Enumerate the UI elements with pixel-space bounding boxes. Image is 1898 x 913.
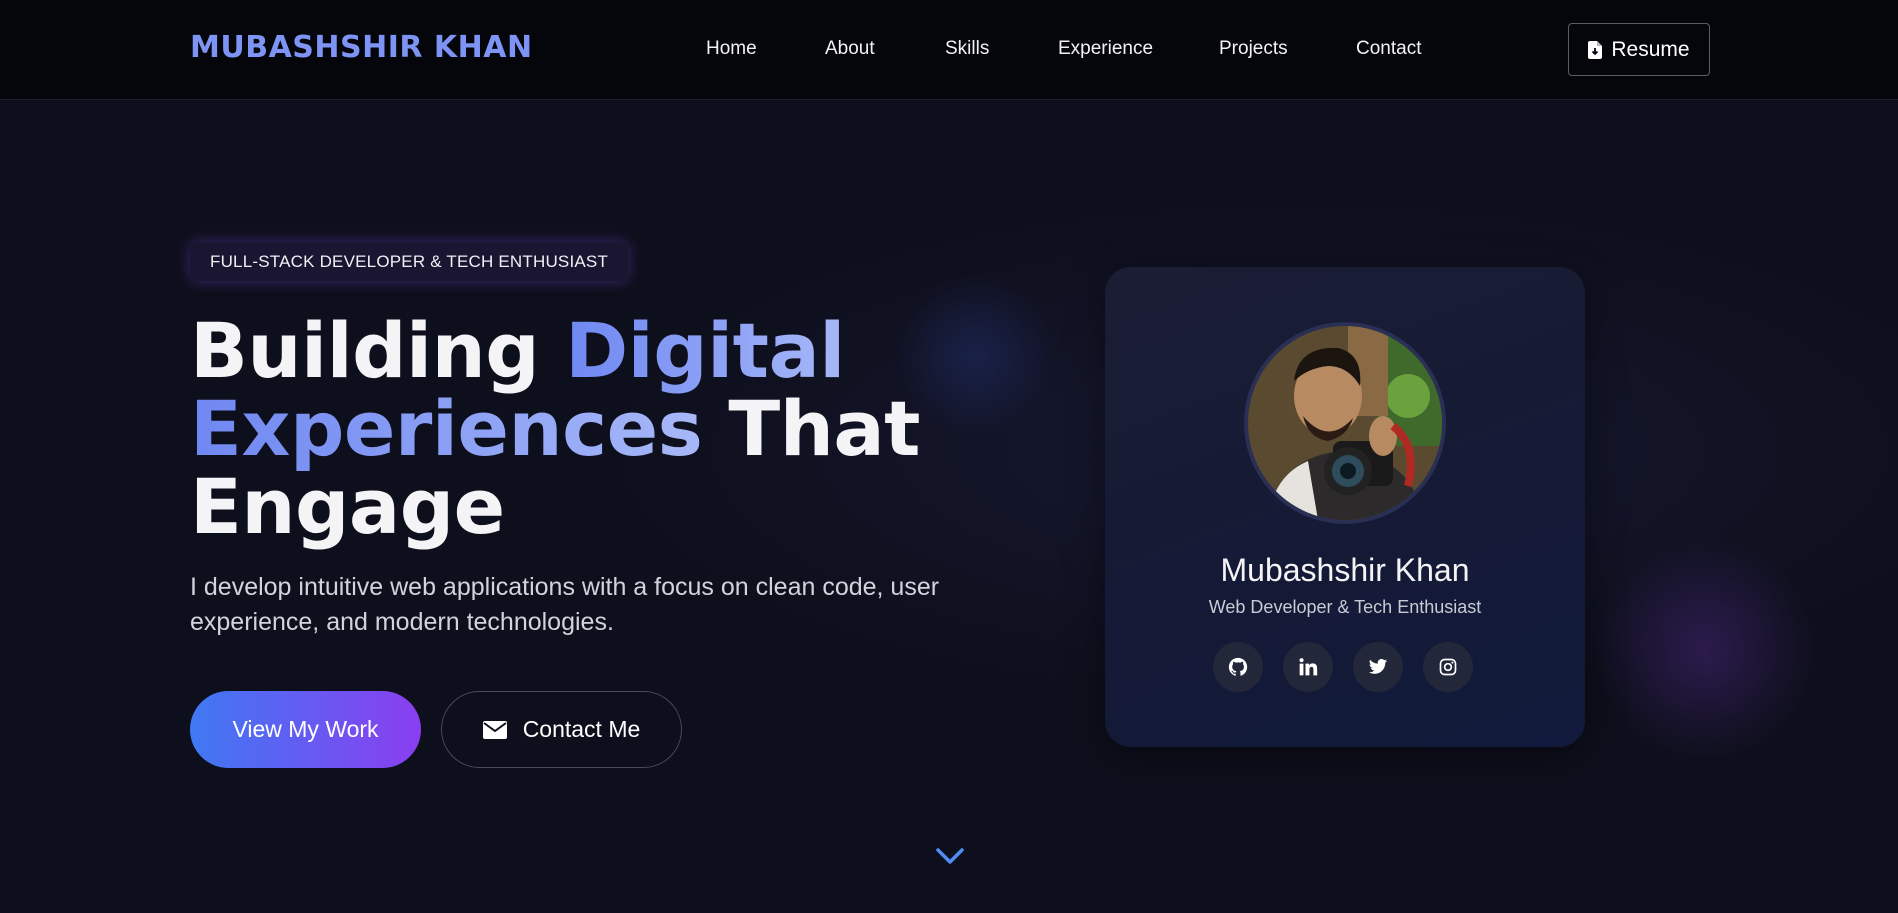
instagram-link[interactable] (1423, 642, 1473, 692)
instagram-icon (1439, 658, 1457, 676)
headline-part2: That (702, 384, 920, 473)
top-navbar: MUBASHSHIR KHAN Home About Skills Experi… (0, 0, 1898, 100)
social-links (1213, 642, 1473, 692)
headline-part1: Building (190, 306, 566, 395)
contact-me-label: Contact Me (522, 716, 641, 742)
avatar-photo (1248, 326, 1442, 520)
resume-label: Resume (1611, 37, 1690, 61)
twitter-icon (1368, 659, 1388, 674)
nav-link-contact[interactable]: Contact (1356, 38, 1421, 60)
site-logo[interactable]: MUBASHSHIR KHAN (190, 30, 533, 65)
profile-avatar (1244, 322, 1446, 524)
hero-headline: Building Digital Experiences That Engage (190, 312, 920, 546)
nav-link-about[interactable]: About (825, 38, 875, 60)
nav-link-projects[interactable]: Projects (1219, 38, 1288, 60)
twitter-link[interactable] (1353, 642, 1403, 692)
nav-link-home[interactable]: Home (706, 38, 757, 60)
view-my-work-button[interactable]: View My Work (190, 691, 421, 768)
file-download-icon (1588, 40, 1603, 59)
scroll-down-chevron-icon[interactable] (935, 844, 965, 868)
profile-role: Web Developer & Tech Enthusiast (1208, 597, 1482, 617)
linkedin-link[interactable] (1283, 642, 1333, 692)
hero-intro-text: I develop intuitive web applications wit… (190, 573, 940, 636)
headline-accent-experiences: Experiences (190, 384, 703, 473)
envelope-icon (482, 720, 507, 739)
profile-name: Mubashshir Khan (1220, 552, 1470, 588)
headline-part3: Engage (190, 462, 505, 551)
role-tagline-badge: FULL-STACK DEVELOPER & TECH ENTHUSIAST (190, 242, 629, 281)
github-icon (1228, 657, 1248, 676)
nav-link-skills[interactable]: Skills (945, 38, 989, 60)
github-link[interactable] (1213, 642, 1263, 692)
profile-card: Mubashshir Khan Web Developer & Tech Ent… (1105, 267, 1585, 747)
contact-me-button[interactable]: Contact Me (441, 691, 682, 768)
resume-button[interactable]: Resume (1568, 23, 1710, 76)
linkedin-icon (1299, 658, 1318, 676)
nav-link-experience[interactable]: Experience (1058, 38, 1153, 60)
headline-accent-digital: Digital (565, 306, 845, 395)
